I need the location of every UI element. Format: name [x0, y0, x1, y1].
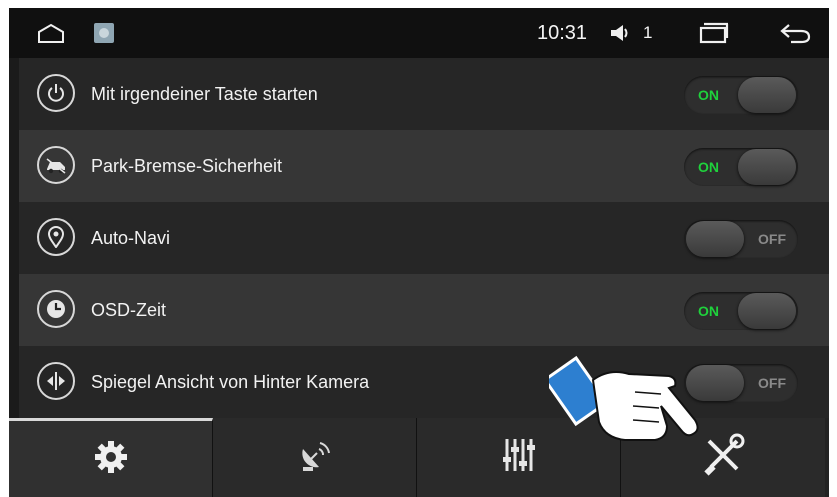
- tab-satellite[interactable]: [213, 418, 417, 497]
- gear-icon: [91, 437, 131, 482]
- app-thumbnail-icon[interactable]: [93, 8, 115, 58]
- toggle-state: ON: [698, 159, 719, 175]
- toggle-state: ON: [698, 87, 719, 103]
- toggle-knob[interactable]: [738, 77, 796, 113]
- tab-general-settings[interactable]: [9, 418, 213, 497]
- equalizer-icon: [499, 435, 539, 480]
- car-brake-icon: [37, 146, 75, 184]
- setting-row-start-any-key[interactable]: Mit irgendeiner Taste starten ON: [19, 58, 829, 131]
- toggle-switch[interactable]: ON: [684, 76, 798, 114]
- toggle-state: OFF: [758, 231, 786, 247]
- recent-apps-icon[interactable]: [699, 8, 729, 58]
- status-bar: 10:31 1: [9, 8, 829, 58]
- setting-label: Mit irgendeiner Taste starten: [91, 84, 318, 104]
- home-icon[interactable]: [37, 8, 65, 58]
- head-unit-screen: 10:31 1 Mit irgendeiner Taste starten ON: [9, 8, 829, 497]
- clock-time: 10:31: [537, 21, 588, 44]
- clock-icon: [37, 290, 75, 328]
- setting-row-auto-navi[interactable]: Auto-Navi OFF: [19, 202, 829, 275]
- toggle-state: OFF: [758, 375, 786, 391]
- setting-label: Auto-Navi: [91, 228, 171, 248]
- setting-label: OSD-Zeit: [91, 300, 167, 320]
- volume-level: 1: [643, 23, 653, 42]
- power-icon: [37, 74, 75, 112]
- toggle-switch[interactable]: ON: [684, 292, 798, 330]
- setting-label: Park-Bremse-Sicherheit: [91, 156, 283, 176]
- satellite-dish-icon: [295, 435, 335, 480]
- toggle-knob[interactable]: [738, 149, 796, 185]
- mirror-icon: [37, 362, 75, 400]
- tap-hand-icon: [542, 346, 719, 456]
- toggle-state: ON: [698, 303, 719, 319]
- speaker-icon[interactable]: [609, 8, 631, 58]
- setting-row-park-brake[interactable]: Park-Bremse-Sicherheit ON: [19, 130, 829, 203]
- setting-row-osd-time[interactable]: OSD-Zeit ON: [19, 274, 829, 347]
- toggle-knob[interactable]: [686, 221, 744, 257]
- toggle-switch[interactable]: ON: [684, 148, 798, 186]
- toggle-knob[interactable]: [738, 293, 796, 329]
- setting-label: Spiegel Ansicht von Hinter Kamera: [91, 372, 370, 392]
- toggle-switch[interactable]: OFF: [684, 220, 798, 258]
- back-icon[interactable]: [779, 8, 811, 58]
- location-pin-icon: [37, 218, 75, 256]
